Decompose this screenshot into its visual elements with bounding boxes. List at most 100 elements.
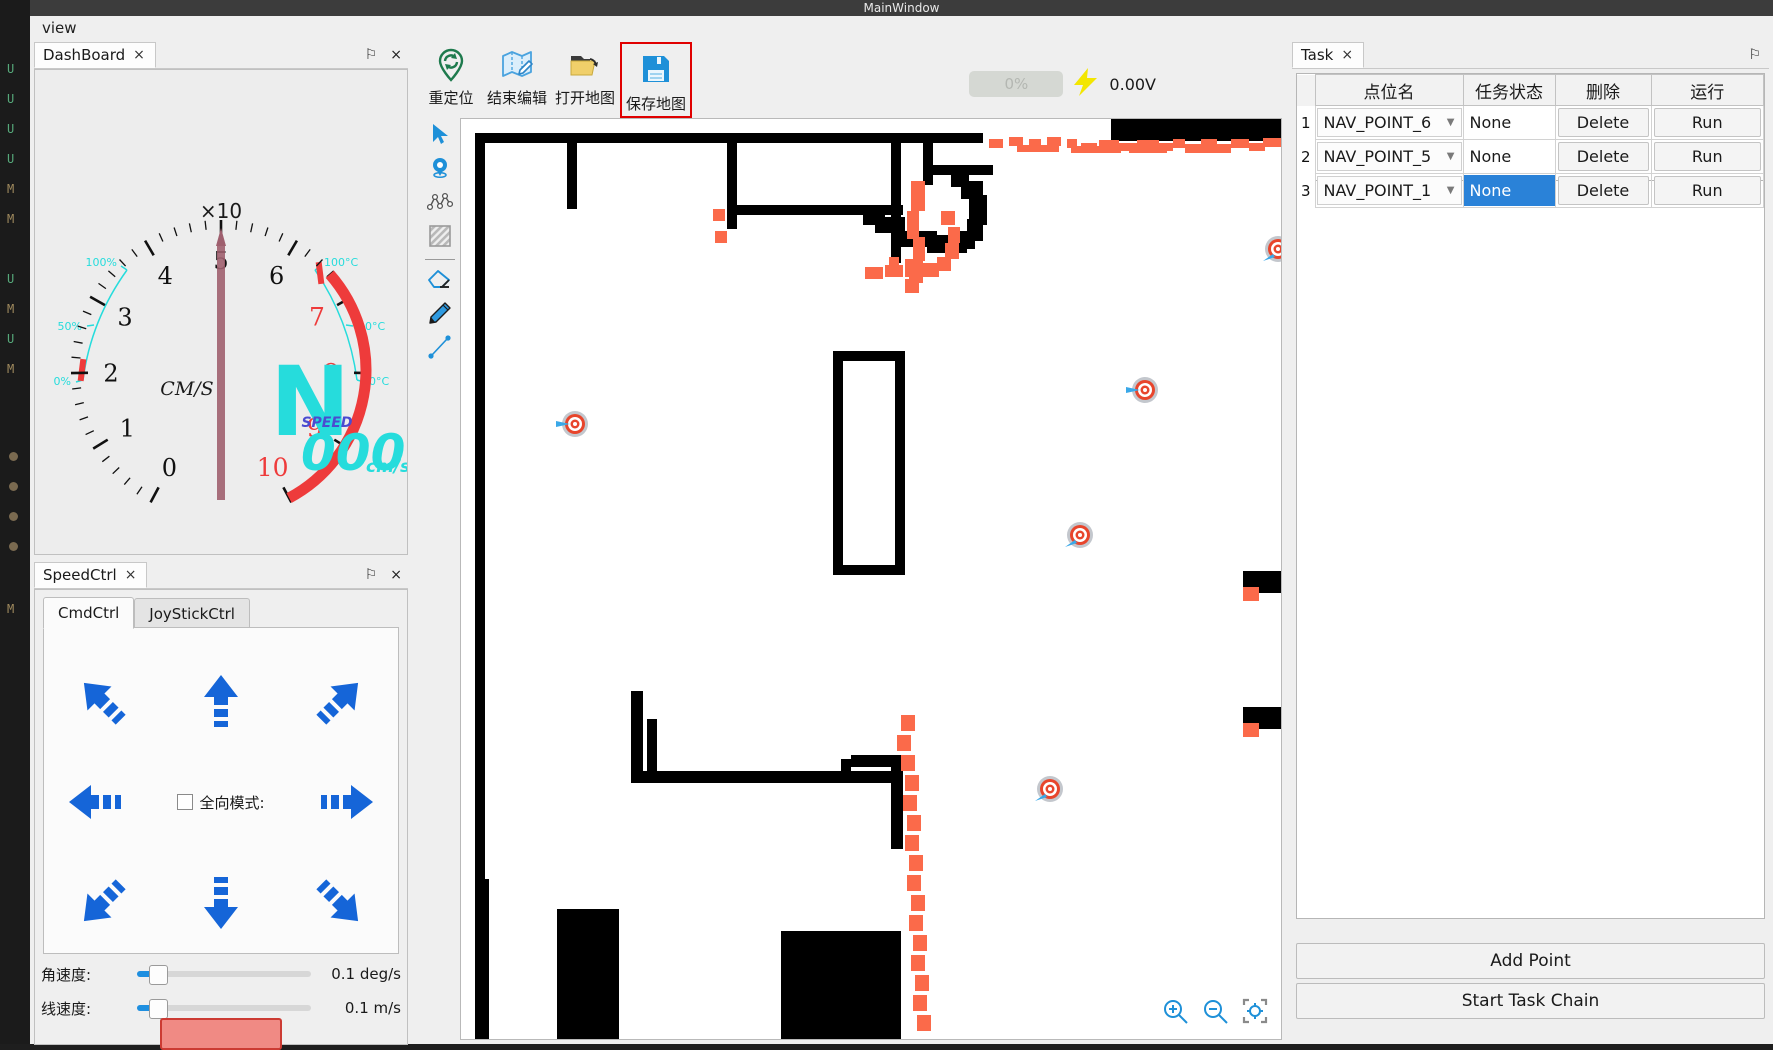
- move-left-button[interactable]: [55, 756, 151, 848]
- col-header-delete[interactable]: 删除: [1555, 75, 1651, 106]
- point-name-cell[interactable]: NAV_POINT_6 ▼: [1315, 106, 1463, 140]
- task-pin-icon[interactable]: ⚐: [1748, 47, 1761, 63]
- svg-text:×10: ×10: [200, 199, 242, 223]
- col-header-task-state[interactable]: 任务状态: [1463, 75, 1555, 106]
- point-name-dropdown[interactable]: NAV_POINT_6 ▼: [1317, 108, 1462, 137]
- svg-text:0: 0: [162, 454, 177, 482]
- tab-joystickctrl[interactable]: JoyStickCtrl: [134, 598, 250, 629]
- speedctrl-pin-icon[interactable]: ⚐: [365, 568, 378, 582]
- move-forward-button[interactable]: [173, 656, 269, 748]
- add-point-button[interactable]: Add Point: [1296, 943, 1765, 979]
- col-header-run[interactable]: 运行: [1651, 75, 1764, 106]
- run-cell[interactable]: Run: [1651, 140, 1764, 174]
- right-dock-column: Task × ⚐ 点位名: [1288, 42, 1773, 1044]
- emergency-stop-button[interactable]: [160, 1018, 282, 1050]
- dashboard-pin-icon[interactable]: ⚐: [365, 48, 378, 62]
- speedctrl-close-icon[interactable]: ×: [390, 568, 402, 582]
- zoom-out-button[interactable]: [1201, 997, 1229, 1029]
- delete-cell[interactable]: Delete: [1555, 106, 1651, 140]
- move-back-left-button[interactable]: [55, 856, 151, 948]
- erase-tool[interactable]: [419, 265, 461, 297]
- task-dock-title: Task: [1301, 43, 1333, 68]
- dashboard-tab-close-icon[interactable]: ×: [133, 43, 145, 68]
- dashboard-close-icon[interactable]: ×: [390, 48, 402, 62]
- svg-text:0°C: 0°C: [369, 375, 389, 388]
- delete-button[interactable]: Delete: [1558, 176, 1649, 205]
- point-name-cell[interactable]: NAV_POINT_1 ▼: [1315, 174, 1463, 208]
- application-window: U U U U M M U M U M M MainWindow view: [0, 0, 1773, 1044]
- task-dock-tab[interactable]: Task ×: [1292, 42, 1364, 68]
- path-edit-tool[interactable]: [419, 188, 461, 220]
- angular-speed-knob[interactable]: [149, 965, 168, 985]
- chevron-down-icon[interactable]: ▼: [1447, 185, 1455, 196]
- task-state-value: None: [1464, 141, 1555, 172]
- speedctrl-dock-tab[interactable]: SpeedCtrl ×: [34, 562, 147, 588]
- nav-marker[interactable]: [1261, 235, 1282, 269]
- point-name-cell[interactable]: NAV_POINT_5 ▼: [1315, 140, 1463, 174]
- move-backward-button[interactable]: [173, 856, 269, 948]
- fit-view-button[interactable]: [1241, 997, 1269, 1029]
- delete-button[interactable]: Delete: [1558, 142, 1649, 171]
- task-state-cell[interactable]: None: [1463, 174, 1555, 208]
- speedctrl-tab-close-icon[interactable]: ×: [125, 563, 137, 588]
- nav-marker[interactable]: [556, 408, 590, 442]
- nav-marker[interactable]: [1063, 521, 1097, 555]
- angular-speed-slider[interactable]: [137, 971, 311, 977]
- col-header-point-name[interactable]: 点位名: [1315, 75, 1463, 106]
- svg-text:6: 6: [269, 262, 284, 290]
- save-map-button[interactable]: 保存地图: [620, 42, 692, 118]
- move-forward-left-button[interactable]: [55, 656, 151, 748]
- menu-item-view[interactable]: view: [30, 16, 87, 40]
- nav-marker[interactable]: [1126, 374, 1160, 408]
- task-state-cell[interactable]: None: [1463, 106, 1555, 140]
- task-tab-close-icon[interactable]: ×: [1341, 43, 1353, 68]
- dashboard-dock-tab[interactable]: DashBoard ×: [34, 42, 156, 68]
- delete-button[interactable]: Delete: [1558, 108, 1649, 137]
- linear-speed-knob[interactable]: [149, 999, 168, 1019]
- table-row[interactable]: 2 NAV_POINT_5 ▼ None: [1297, 140, 1764, 174]
- task-state-cell[interactable]: None: [1463, 140, 1555, 174]
- map-canvas[interactable]: [460, 118, 1282, 1040]
- finish-edit-button[interactable]: 结束编辑: [484, 46, 550, 110]
- move-forward-right-button[interactable]: [291, 656, 387, 748]
- linear-speed-slider[interactable]: [137, 1005, 311, 1011]
- tool-divider: [425, 259, 455, 260]
- open-map-button[interactable]: 打开地图: [552, 46, 618, 110]
- map-zoom-controls: [1161, 997, 1269, 1029]
- area-fill-tool[interactable]: [419, 222, 461, 254]
- run-button[interactable]: Run: [1654, 108, 1762, 137]
- move-right-button[interactable]: [291, 756, 387, 848]
- omni-mode-label: 全向模式:: [199, 792, 264, 813]
- omni-mode-checkbox-box[interactable]: [177, 794, 193, 810]
- save-map-label: 保存地图: [626, 93, 686, 114]
- chevron-down-icon[interactable]: ▼: [1447, 151, 1455, 162]
- zoom-in-button[interactable]: [1161, 997, 1189, 1029]
- table-row[interactable]: 3 NAV_POINT_1 ▼ None: [1297, 174, 1764, 208]
- move-back-right-button[interactable]: [291, 856, 387, 948]
- point-name-dropdown[interactable]: NAV_POINT_5 ▼: [1317, 142, 1462, 171]
- point-name-dropdown[interactable]: NAV_POINT_1 ▼: [1317, 176, 1462, 205]
- task-table-grid: 点位名 任务状态 删除 运行 1: [1297, 74, 1764, 208]
- chevron-down-icon[interactable]: ▼: [1447, 117, 1455, 128]
- omni-mode-checkbox[interactable]: 全向模式:: [177, 792, 264, 813]
- add-waypoint-tool[interactable]: [419, 154, 461, 186]
- start-task-chain-button[interactable]: Start Task Chain: [1296, 983, 1765, 1019]
- task-state-value: None: [1464, 107, 1555, 138]
- line-tool[interactable]: [419, 333, 461, 365]
- run-button[interactable]: Run: [1654, 176, 1762, 205]
- table-row[interactable]: 1 NAV_POINT_6 ▼ None: [1297, 106, 1764, 140]
- select-cursor-tool[interactable]: [419, 120, 461, 152]
- run-button[interactable]: Run: [1654, 142, 1762, 171]
- nav-marker[interactable]: [1033, 775, 1067, 809]
- svg-text:100°C: 100°C: [324, 256, 358, 269]
- run-cell[interactable]: Run: [1651, 174, 1764, 208]
- svg-text:100%: 100%: [86, 256, 117, 269]
- run-cell[interactable]: Run: [1651, 106, 1764, 140]
- delete-cell[interactable]: Delete: [1555, 174, 1651, 208]
- delete-cell[interactable]: Delete: [1555, 140, 1651, 174]
- omni-mode-cell: 全向模式:: [177, 756, 264, 848]
- tab-cmdctrl[interactable]: CmdCtrl: [43, 597, 134, 629]
- draw-tool[interactable]: [419, 299, 461, 331]
- relocate-button[interactable]: 重定位: [418, 46, 484, 110]
- location-pin-icon: [428, 156, 452, 184]
